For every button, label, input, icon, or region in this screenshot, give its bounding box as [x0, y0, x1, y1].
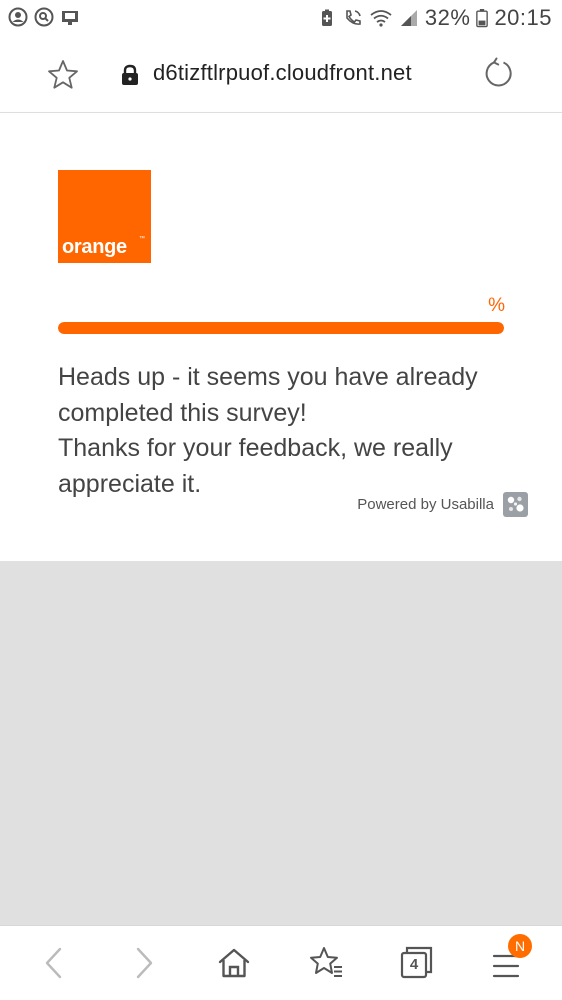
- battery-saver-icon: [321, 9, 332, 26]
- usabilla-logo-icon: [503, 492, 528, 517]
- page-background: [0, 561, 562, 925]
- url-field[interactable]: d6tizftlrpuof.cloudfront.net: [153, 60, 412, 86]
- forward-arrow-icon[interactable]: [124, 943, 164, 983]
- logo-wordmark: orange: [62, 236, 127, 258]
- reload-icon[interactable]: [482, 57, 516, 91]
- signal-icon: [400, 10, 417, 26]
- bookmark-star-icon[interactable]: [46, 58, 80, 92]
- screenshot-icon: [62, 11, 78, 25]
- status-bar-system-icons: 32% 20:15: [317, 5, 552, 31]
- home-icon[interactable]: [214, 943, 254, 983]
- wifi-icon: [370, 10, 392, 27]
- powered-by-usabilla[interactable]: Powered by Usabilla: [357, 492, 528, 517]
- status-bar: 32% 20:15: [0, 0, 562, 38]
- progress-bar: [58, 322, 504, 334]
- orange-logo: orange ™: [58, 170, 151, 263]
- tab-count: 4: [409, 956, 419, 973]
- wifi-calling-icon: [346, 10, 361, 25]
- tabs-button[interactable]: 4: [396, 943, 436, 983]
- survey-card: orange ™ % Heads up - it seems you have …: [0, 113, 562, 561]
- battery-percentage: 32%: [424, 5, 471, 30]
- powered-by-text: Powered by Usabilla: [357, 496, 494, 513]
- completion-message: Heads up - it seems you have already com…: [58, 360, 528, 502]
- bookmarks-icon[interactable]: [306, 943, 346, 983]
- browser-bottom-toolbar: 4 N: [0, 925, 562, 1000]
- account-circle-icon: [8, 7, 28, 27]
- message-line-already-completed: Heads up - it seems you have already com…: [58, 363, 478, 427]
- clock: 20:15: [494, 5, 552, 30]
- notification-badge: N: [508, 934, 532, 958]
- browser-address-bar: d6tizftlrpuof.cloudfront.net: [0, 38, 562, 113]
- back-arrow-icon[interactable]: [34, 943, 74, 983]
- lock-icon: [122, 64, 138, 85]
- search-circle-icon: [34, 7, 54, 27]
- progress-label: %: [488, 295, 505, 316]
- logo-trademark: ™: [139, 236, 145, 242]
- status-bar-notification-icons: [8, 7, 80, 27]
- battery-icon: [476, 9, 489, 28]
- progress-bar-fill: [58, 322, 504, 334]
